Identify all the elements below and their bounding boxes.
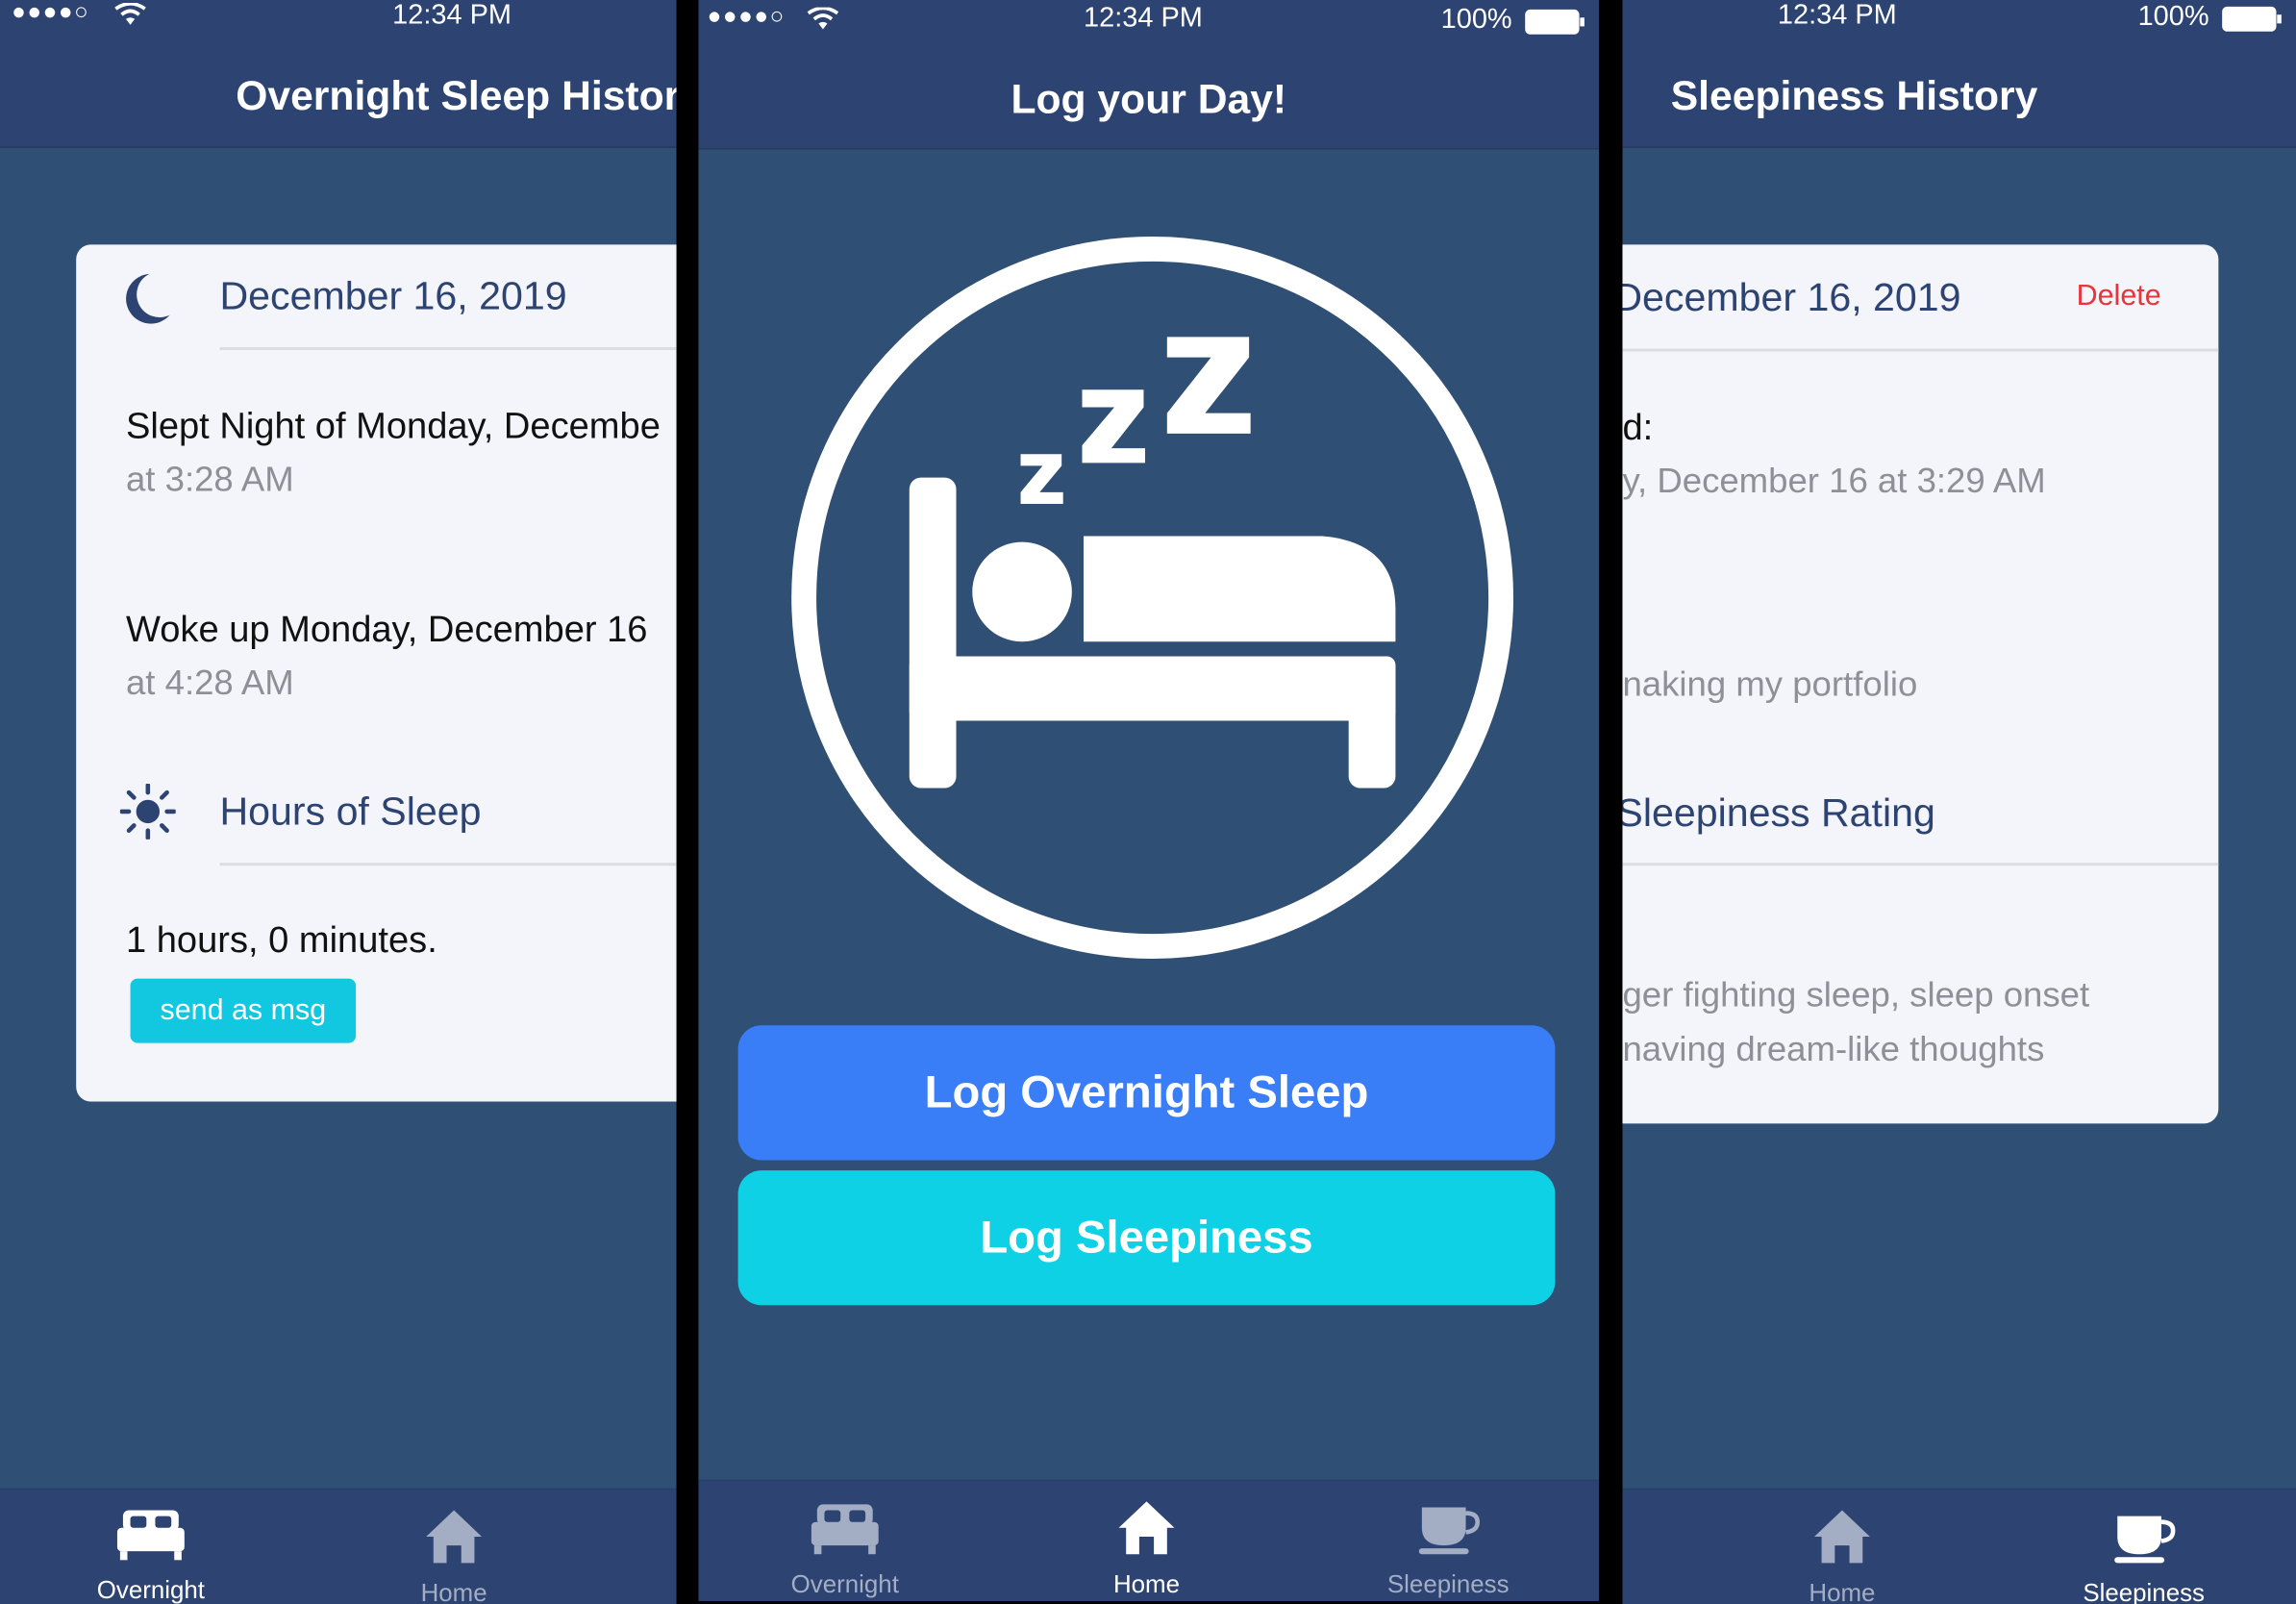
log-overnight-sleep-button[interactable]: Log Overnight Sleep xyxy=(737,1025,1556,1161)
divider xyxy=(219,863,677,866)
status-time: 12:34 PM xyxy=(1084,3,1203,35)
status-time: 12:34 PM xyxy=(1777,0,1897,31)
tab-bar: Home Sleepiness xyxy=(1622,1488,2296,1604)
log-sleepiness-button[interactable]: Log Sleepiness xyxy=(737,1170,1556,1306)
divider xyxy=(1622,863,2219,866)
navbar: ●●●●○ 12:34 PM Overnight Sleep History xyxy=(0,0,677,148)
battery-icon xyxy=(1524,9,1585,44)
wifi-icon xyxy=(807,6,839,40)
hours-title: Hours of Sleep xyxy=(219,789,482,834)
slept-label: Slept Night of Monday, Decembe xyxy=(125,405,661,447)
sleepiness-history-screen: 12:34 PM 100% Sleepiness History Decembe… xyxy=(1622,0,2296,1604)
tab-overnight[interactable]: Overnight xyxy=(742,1501,947,1599)
woke-time: at 4:28 AM xyxy=(125,664,294,704)
home-icon xyxy=(423,1510,485,1572)
navbar: ●●●●○ 12:34 PM 100% Log your Day! xyxy=(698,0,1600,150)
tab-sleepiness[interactable]: Sleepiness xyxy=(2041,1511,2246,1604)
entry-date: December 16, 2019 xyxy=(219,273,567,318)
status-time: 12:34 PM xyxy=(392,0,512,31)
rating-title: Sleepiness Rating xyxy=(1622,790,1935,836)
tab-label: Sleepiness xyxy=(1386,1569,1510,1598)
send-as-msg-button[interactable]: send as msg xyxy=(130,978,357,1043)
slept-time: at 3:28 AM xyxy=(125,460,294,500)
wifi-icon xyxy=(114,1,147,36)
stage: ●●●●○ 12:34 PM Overnight Sleep History D… xyxy=(0,0,2296,1604)
tab-label: Home xyxy=(420,1579,487,1604)
tab-bar: Overnight Home Sleepiness xyxy=(698,1479,1600,1601)
home-icon xyxy=(1811,1510,1873,1572)
logged-label: d: xyxy=(1622,407,1654,449)
woke-label: Woke up Monday, December 16 xyxy=(125,609,648,651)
sleepiness-entry-card: December 16, 2019 Delete d: y, December … xyxy=(1622,244,2219,1124)
delete-button[interactable]: Delete xyxy=(2077,280,2161,313)
cup-icon xyxy=(1416,1507,1481,1563)
status-bar: ●●●●○ 12:34 PM 100% xyxy=(698,0,1599,36)
tab-home[interactable]: Home xyxy=(1044,1498,1249,1599)
separator xyxy=(676,0,699,1604)
home-screen: ●●●●○ 12:34 PM 100% Log your Day! Log Ov… xyxy=(698,0,1600,1601)
tab-label: Home xyxy=(1112,1569,1181,1598)
cup-icon xyxy=(2111,1516,2176,1572)
rating-text-line-2: naving dream-like thoughts xyxy=(1622,1029,2045,1070)
entry-date: December 16, 2019 xyxy=(1622,275,1961,320)
sleep-entry-card: December 16, 2019 Slept Night of Monday,… xyxy=(76,244,677,1102)
hours-value: 1 hours, 0 minutes. xyxy=(125,919,437,962)
sun-icon xyxy=(119,783,177,847)
tab-home[interactable]: Home xyxy=(352,1507,557,1604)
signal-icon: ●●●●○ xyxy=(12,0,90,25)
tab-label: Home xyxy=(1809,1579,1876,1604)
page-title: Sleepiness History xyxy=(1670,73,2038,119)
battery-percent: 100% xyxy=(2137,1,2209,33)
status-bar: ●●●●○ 12:34 PM xyxy=(0,0,677,36)
logged-time: y, December 16 at 3:29 AM xyxy=(1622,461,2046,501)
moon-icon xyxy=(120,271,173,335)
separator xyxy=(1599,0,1623,1604)
tab-bar: Overnight Home xyxy=(0,1488,677,1604)
note-text: naking my portfolio xyxy=(1622,664,1918,705)
overnight-history-screen: ●●●●○ 12:34 PM Overnight Sleep History D… xyxy=(0,0,677,1604)
bed-icon xyxy=(811,1504,879,1563)
home-icon xyxy=(1116,1501,1178,1563)
sleep-bed-zzz-icon xyxy=(786,232,1518,971)
divider xyxy=(219,347,677,351)
divider xyxy=(1622,348,2219,352)
tab-label: Overnight xyxy=(96,1576,205,1604)
status-bar: 12:34 PM 100% xyxy=(1622,0,2296,36)
battery-percent: 100% xyxy=(1440,4,1512,36)
page-title: Log your Day! xyxy=(1011,76,1287,122)
battery-icon xyxy=(2221,6,2283,41)
tab-sleepiness[interactable]: Sleepiness xyxy=(1346,1501,1551,1599)
tab-overnight[interactable]: Overnight xyxy=(48,1507,253,1604)
page-title: Overnight Sleep History xyxy=(236,73,677,119)
navbar: 12:34 PM 100% Sleepiness History xyxy=(1622,0,2296,148)
bed-icon xyxy=(116,1510,185,1569)
tab-label: Overnight xyxy=(790,1569,899,1598)
tab-home[interactable]: Home xyxy=(1739,1507,1944,1604)
signal-icon: ●●●●○ xyxy=(707,4,786,30)
rating-text-line-1: ger fighting sleep, sleep onset xyxy=(1622,975,2090,1015)
tab-label: Sleepiness xyxy=(2083,1579,2205,1604)
